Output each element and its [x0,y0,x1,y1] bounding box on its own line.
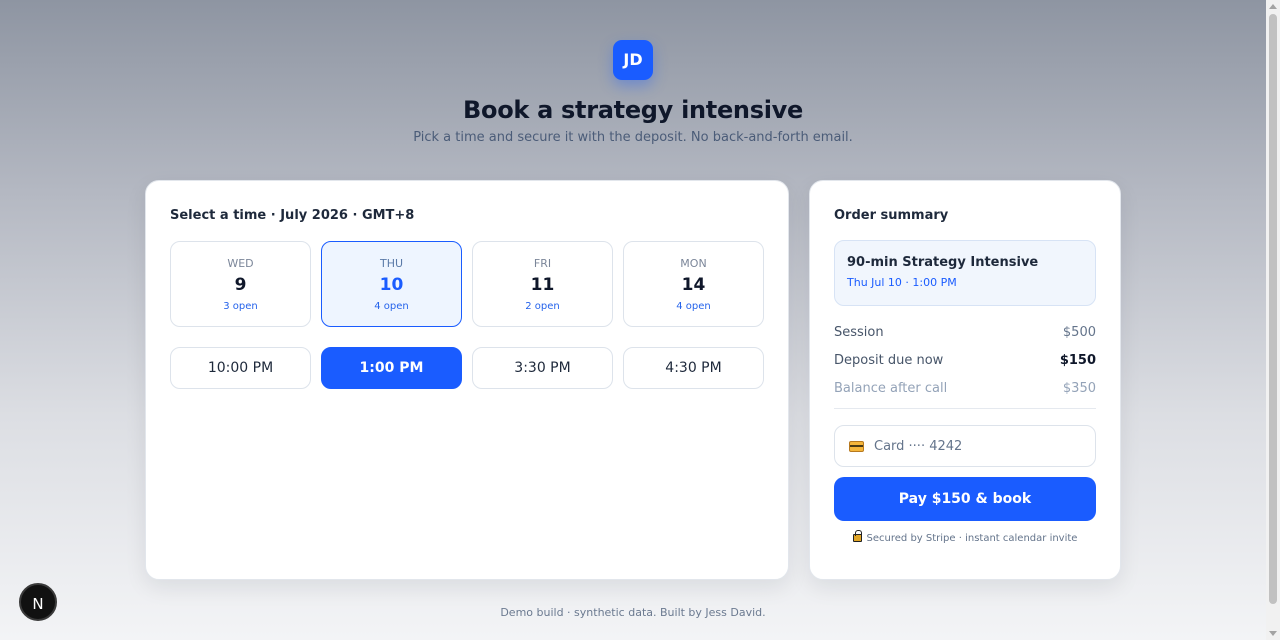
line-item-deposit: Deposit due now $150 [834,352,1096,380]
open-count: 2 open [525,301,560,312]
day-option-thu-10[interactable]: THU 10 4 open [321,241,462,327]
service-name: 90-min Strategy Intensive [847,255,1039,270]
scrollbar-thumb[interactable] [1269,14,1277,604]
line-label: Session [834,325,884,340]
line-label: Balance after call [834,381,948,396]
day-number: 14 [681,275,706,295]
avatar: JD [613,40,653,80]
day-option-fri-11[interactable]: FRI 11 2 open [472,241,613,327]
day-number: 9 [234,275,247,295]
credit-card-icon [849,440,864,452]
price-breakdown: Session $500 Deposit due now $150 Balanc… [834,324,1096,408]
open-count: 4 open [374,301,409,312]
line-amount: $500 [1062,325,1096,340]
secure-note-text: Secured by Stripe · instant calendar inv… [866,533,1078,544]
order-summary-card: Order summary 90-min Strategy Intensive … [809,180,1121,580]
selected-service: 90-min Strategy Intensive Thu Jul 10 · 1… [834,240,1096,306]
day-number: 11 [530,275,555,295]
page-scrollbar[interactable] [1266,0,1280,640]
scheduler-card: Select a time · July 2026 · GMT+8 WED 9 … [145,180,789,580]
open-count: 3 open [223,301,258,312]
secure-note: Secured by Stripe · instant calendar inv… [834,530,1096,544]
page-subtitle: Pick a time and secure it with the depos… [413,130,853,145]
lock-icon [852,530,862,542]
time-slot-button[interactable]: 10:00 PM [170,347,311,389]
day-of-week: THU [379,257,404,270]
scheduler-title: Select a time · July 2026 · GMT+8 [170,208,415,223]
day-option-mon-14[interactable]: MON 14 4 open [623,241,764,327]
line-item-session: Session $500 [834,324,1096,352]
day-option-wed-9[interactable]: WED 9 3 open [170,241,311,327]
card-label: Card ···· 4242 [874,438,963,454]
scroll-up-icon[interactable] [1269,4,1277,9]
pay-and-book-button[interactable]: Pay $150 & book [834,477,1096,521]
dev-tools-badge[interactable]: N [19,583,57,621]
line-label: Deposit due now [834,353,944,368]
page-header: JD Book a strategy intensive Pick a time… [0,40,1266,145]
line-amount: $150 [1059,353,1096,368]
time-slot-button-selected[interactable]: 1:00 PM [321,347,462,389]
line-amount: $350 [1062,381,1096,396]
day-of-week: MON [680,257,707,270]
open-count: 4 open [676,301,711,312]
time-slot-button[interactable]: 3:30 PM [472,347,613,389]
page-title: Book a strategy intensive [463,96,803,124]
time-slot-button[interactable]: 4:30 PM [623,347,764,389]
scroll-down-icon[interactable] [1269,631,1277,636]
day-of-week: WED [227,257,254,270]
payment-card-field[interactable]: Card ···· 4242 [834,425,1096,467]
day-picker: WED 9 3 open THU 10 4 open FRI 11 2 open… [170,241,764,327]
footer-note: Demo build · synthetic data. Built by Je… [500,606,766,619]
day-number: 10 [379,275,404,295]
service-datetime: Thu Jul 10 · 1:00 PM [847,276,957,289]
line-item-balance: Balance after call $350 [834,380,1096,408]
divider [834,408,1096,409]
day-of-week: FRI [533,257,552,270]
order-summary-title: Order summary [834,208,949,223]
time-slot-picker: 10:00 PM 1:00 PM 3:30 PM 4:30 PM [170,347,764,389]
